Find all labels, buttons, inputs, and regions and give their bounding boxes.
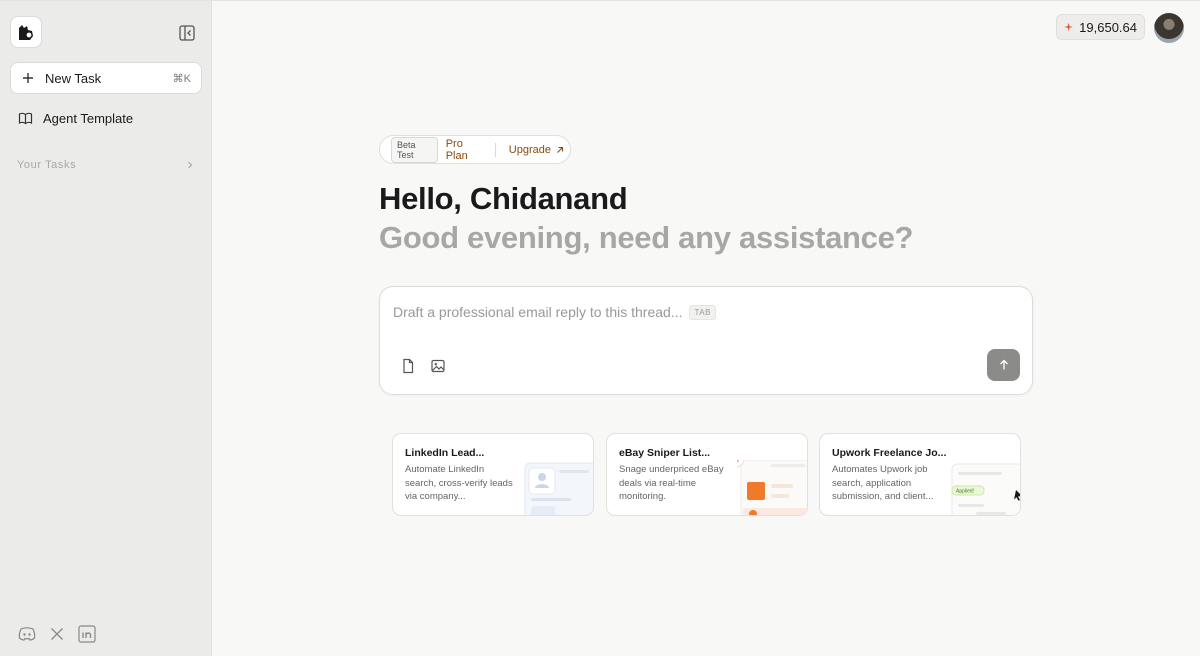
book-icon: [18, 112, 33, 125]
card-description: Automates Upwork job search, application…: [832, 464, 934, 502]
task-composer[interactable]: Draft a professional email reply to this…: [379, 286, 1033, 395]
agent-template-label: Agent Template: [43, 111, 134, 126]
plan-label: Pro Plan: [445, 137, 468, 162]
sparkle-icon: [1064, 22, 1073, 32]
card-title: Upwork Freelance Jo...: [832, 447, 947, 459]
greeting-subheading: Good evening, need any assistance?: [379, 220, 914, 255]
your-tasks-label: Your Tasks: [17, 159, 77, 171]
upgrade-link[interactable]: Upgrade: [509, 144, 564, 156]
new-task-button[interactable]: New Task ⌘K: [10, 62, 202, 94]
agent-template-link[interactable]: Agent Template: [18, 111, 133, 126]
arrow-up-icon: [999, 359, 1008, 370]
linkedin-icon[interactable]: [78, 625, 96, 643]
card-thumbnail: %: [737, 460, 807, 515]
beta-badge: Beta Test: [391, 136, 438, 163]
plan-divider: [494, 142, 496, 157]
template-card-linkedin[interactable]: LinkedIn Lead... Automate LinkedIn searc…: [392, 433, 594, 516]
card-title: LinkedIn Lead...: [405, 447, 485, 459]
new-task-label: New Task: [45, 70, 102, 86]
discord-icon[interactable]: [18, 627, 36, 641]
composer-input[interactable]: Draft a professional email reply to this…: [393, 304, 716, 320]
credits-value: 19,650.64: [1079, 19, 1137, 35]
x-icon[interactable]: [50, 627, 64, 641]
upgrade-label: Upgrade: [508, 143, 551, 156]
tab-key-hint: TAB: [689, 304, 716, 320]
sidebar: New Task ⌘K Agent Template Your Tasks: [0, 1, 212, 656]
card-title: eBay Sniper List...: [619, 447, 711, 459]
card-description: Snage underpriced eBay deals via real-ti…: [619, 464, 724, 502]
plus-icon: [23, 73, 33, 83]
new-task-shortcut: ⌘K: [172, 72, 191, 85]
credits-badge[interactable]: 19,650.64: [1056, 14, 1145, 40]
social-links: [18, 625, 96, 643]
file-icon[interactable]: [400, 358, 416, 374]
image-icon[interactable]: [430, 358, 446, 374]
chevron-right-icon: [188, 161, 193, 169]
card-thumbnail: Applied!: [951, 463, 1020, 515]
upwork-badge: Applied!: [956, 489, 974, 495]
sidebar-collapse-icon[interactable]: [178, 24, 196, 42]
logo-icon: [19, 25, 33, 40]
card-description: Automate LinkedIn search, cross-verify l…: [405, 464, 513, 502]
arrow-up-right-icon: [557, 146, 564, 153]
card-thumbnail: [524, 462, 593, 515]
greeting-heading: Hello, Chidanand: [379, 181, 628, 216]
composer-placeholder: Draft a professional email reply to this…: [393, 304, 683, 320]
logo[interactable]: [10, 16, 42, 48]
plan-pill: Beta Test Pro Plan Upgrade: [379, 135, 571, 164]
avatar[interactable]: [1154, 13, 1184, 43]
your-tasks-section[interactable]: Your Tasks: [17, 159, 195, 171]
send-button[interactable]: [987, 349, 1020, 381]
template-card-upwork[interactable]: Upwork Freelance Jo... Automates Upwork …: [819, 433, 1021, 516]
template-card-ebay[interactable]: eBay Sniper List... Snage underpriced eB…: [606, 433, 808, 516]
